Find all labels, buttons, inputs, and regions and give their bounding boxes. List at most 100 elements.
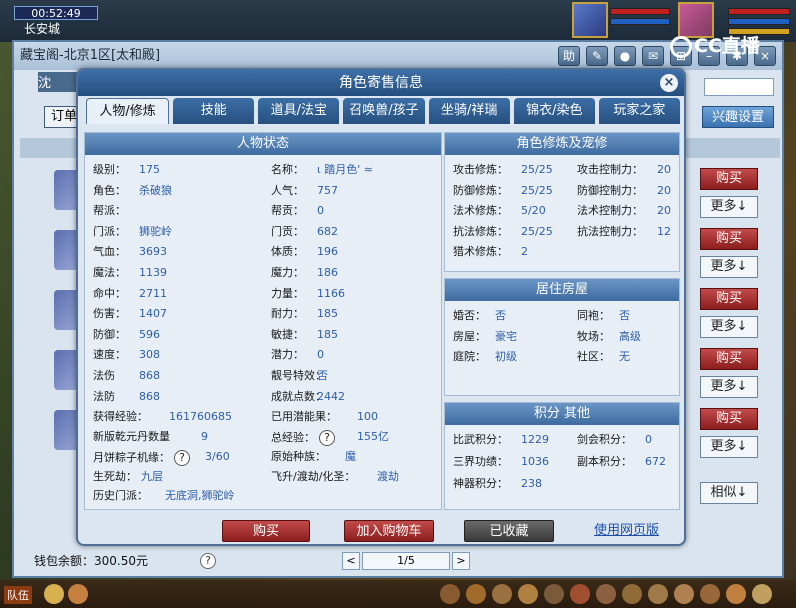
stat-row: 月饼粽子机缘：? 3/60 <box>93 450 230 466</box>
stat-row: 神器积分： 238 <box>453 477 542 491</box>
stat-row: 速度： 308 <box>93 348 160 362</box>
buy-button[interactable]: 购买 <box>222 520 310 542</box>
stat-row: 角色： 杀破狼 <box>93 183 172 198</box>
tab-pets[interactable]: 召唤兽/孩子 <box>343 98 425 124</box>
list-buy-button[interactable]: 购买 <box>700 408 758 430</box>
stat-label: 抗法控制力： <box>577 224 643 238</box>
player-hp-bar <box>728 8 790 15</box>
status-panel: 人物状态 级别： 175 角色： 杀破狼 帮派： 门派： 狮驼岭 气血： 3693 魔法： 1139… <box>84 132 442 510</box>
gift-icon[interactable] <box>570 584 590 604</box>
prev-page-button[interactable]: < <box>342 552 360 570</box>
collected-button[interactable]: 已收藏 <box>464 520 554 542</box>
stat-label: 伤害： <box>93 307 126 321</box>
list-buy-button[interactable]: 购买 <box>700 288 758 310</box>
stat-row: 飞升/渡劫/化圣： 渡劫 <box>271 470 399 484</box>
shop-tab[interactable]: 沈 <box>38 72 78 92</box>
tab-mounts[interactable]: 坐骑/祥瑞 <box>428 98 510 124</box>
stat-value: 757 <box>317 183 338 197</box>
skills-icon[interactable] <box>492 584 512 604</box>
stat-row: 防御控制力： 20 <box>577 184 671 198</box>
stat-label: 魔力： <box>271 266 304 279</box>
add-to-cart-button[interactable]: 加入购物车 <box>344 520 434 542</box>
rank-icon[interactable] <box>700 584 720 604</box>
stat-label: 角色： <box>93 183 126 197</box>
stat-value: 20 <box>657 204 671 218</box>
stat-value: 0 <box>317 348 324 362</box>
mall-icon[interactable] <box>674 584 694 604</box>
wallet-help-icon[interactable]: ? <box>200 553 216 569</box>
chat-bubble-icon[interactable] <box>44 584 64 604</box>
stat-row: 成就点数： 2442 <box>271 390 345 404</box>
similar-button[interactable]: 相似↓ <box>700 482 758 504</box>
pet-mp-bar <box>610 18 670 25</box>
interest-settings-button[interactable]: 兴趣设置 <box>702 106 774 128</box>
list-more-button[interactable]: 更多↓ <box>700 316 758 338</box>
chat-icon[interactable]: ✉ <box>642 46 664 66</box>
team-button[interactable]: 队伍 <box>4 586 32 604</box>
tab-character[interactable]: 人物/修炼 <box>86 98 170 124</box>
map-icon[interactable] <box>622 584 642 604</box>
tab-items[interactable]: 道具/法宝 <box>258 98 340 124</box>
menu-icon[interactable] <box>752 584 772 604</box>
stat-value: 25/25 <box>521 183 553 197</box>
stat-value: 161760685 <box>169 410 232 423</box>
next-page-button[interactable]: > <box>452 552 470 570</box>
list-more-button[interactable]: 更多↓ <box>700 256 758 278</box>
cultivation-panel-title: 角色修炼及宠修 <box>445 133 679 155</box>
web-version-link[interactable]: 使用网页版 <box>594 520 659 542</box>
stat-row: 历史门派： 无底洞,狮驼岭 <box>93 489 235 503</box>
face-icon[interactable] <box>726 584 746 604</box>
stat-label: 月饼粽子机缘： <box>93 451 170 464</box>
bag-icon[interactable] <box>440 584 460 604</box>
help-button[interactable]: 助 <box>558 46 580 66</box>
system-icon[interactable] <box>648 584 668 604</box>
stat-row: 总经验：? 155亿 <box>271 430 389 446</box>
stat-row: 级别： 175 <box>93 163 160 177</box>
list-more-button[interactable]: 更多↓ <box>700 436 758 458</box>
stat-value: 5/20 <box>521 204 546 218</box>
stat-label: 牧场： <box>577 329 610 343</box>
pet-portrait[interactable] <box>572 2 608 38</box>
page-indicator[interactable]: 1/5 <box>362 552 450 570</box>
settings-icon[interactable]: ● <box>614 46 636 66</box>
stat-label: 庭院： <box>453 350 486 363</box>
emoji-icon[interactable] <box>68 584 88 604</box>
stat-label: 魔法： <box>93 266 126 279</box>
list-buy-button[interactable]: 购买 <box>700 348 758 370</box>
game-bottom-bar: 队伍 <box>0 580 796 608</box>
friends-icon[interactable] <box>544 584 564 604</box>
list-buy-button[interactable]: 购买 <box>700 228 758 250</box>
stat-value: 596 <box>139 327 160 341</box>
stat-label: 抗法修炼： <box>453 224 508 238</box>
list-buy-button[interactable]: 购买 <box>700 168 758 190</box>
guild-icon[interactable] <box>596 584 616 604</box>
tab-skills[interactable]: 技能 <box>173 98 255 124</box>
search-input[interactable] <box>704 78 774 96</box>
player-portrait[interactable] <box>678 2 714 38</box>
equipment-icon[interactable] <box>466 584 486 604</box>
stat-value: 1036 <box>521 455 549 468</box>
tab-outfits[interactable]: 锦衣/染色 <box>513 98 595 124</box>
stat-value: 1139 <box>139 266 167 279</box>
help-icon[interactable]: ? <box>319 430 335 446</box>
dialog-close-icon[interactable]: × <box>660 74 678 92</box>
list-more-button[interactable]: 更多↓ <box>700 196 758 218</box>
stat-label: 力量： <box>271 286 304 300</box>
stat-value: 杀破狼 <box>139 183 172 197</box>
stat-row: 三界功绩： 1036 <box>453 455 549 469</box>
stat-label: 社区： <box>577 350 610 363</box>
stat-row: 攻击控制力： 20 <box>577 163 671 177</box>
task-icon[interactable] <box>518 584 538 604</box>
tab-home[interactable]: 玩家之家 <box>598 98 680 124</box>
stat-row: 庭院： 初级 <box>453 350 517 364</box>
stat-value: 175 <box>139 163 160 176</box>
stat-row: 命中： 2711 <box>93 287 167 301</box>
stat-value: 否 <box>619 309 630 322</box>
stat-row: 魔法： 1139 <box>93 266 167 280</box>
tool-icon[interactable]: ✎ <box>586 46 608 66</box>
list-more-button[interactable]: 更多↓ <box>700 376 758 398</box>
stat-label: 猎术修炼： <box>453 245 508 259</box>
help-icon[interactable]: ? <box>174 450 190 466</box>
stat-value: 682 <box>317 224 338 238</box>
role-sale-dialog: 角色寄售信息 × 人物/修炼 技能 道具/法宝 召唤兽/孩子 坐骑/祥瑞 锦衣/… <box>76 68 686 546</box>
